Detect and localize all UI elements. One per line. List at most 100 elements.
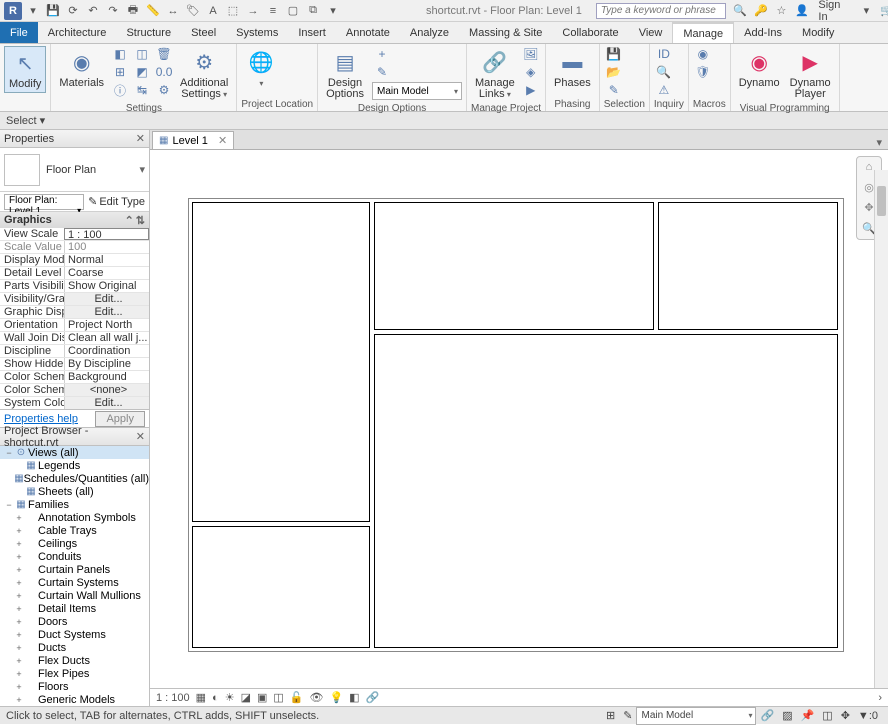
property-row[interactable]: View Scale1 : 100: [0, 228, 149, 241]
instance-combo[interactable]: Floor Plan: Level 1: [4, 194, 84, 210]
open-icon[interactable]: ▾: [24, 2, 42, 20]
expand-icon[interactable]: +: [14, 643, 24, 653]
tab-modify[interactable]: Modify: [792, 22, 844, 43]
decal-types-icon[interactable]: ◈: [521, 64, 541, 80]
tab-manage[interactable]: Manage: [672, 22, 734, 43]
expand-icon[interactable]: ⌃: [125, 214, 134, 227]
shadows-icon[interactable]: ◪: [241, 691, 251, 704]
graphics-section-header[interactable]: Graphics ⌃⇅: [0, 212, 149, 228]
thin-lines-icon[interactable]: ≡: [264, 2, 282, 20]
text-icon[interactable]: A: [204, 2, 222, 20]
property-row[interactable]: Scale Value 1:100: [0, 241, 149, 254]
search-input[interactable]: [596, 3, 726, 19]
expand-icon[interactable]: +: [14, 669, 24, 679]
sign-in-link[interactable]: Sign In: [814, 0, 854, 23]
additional-settings-button[interactable]: ⚙ AdditionalSettings: [176, 46, 232, 102]
tree-item[interactable]: ▦Sheets (all): [0, 485, 149, 498]
reveal-hidden-icon[interactable]: 💡: [329, 691, 343, 704]
tree-item[interactable]: +Conduits: [0, 550, 149, 563]
undo-icon[interactable]: ↶: [84, 2, 102, 20]
filter-icon[interactable]: ▼:0: [854, 710, 882, 722]
tree-item[interactable]: +Floors: [0, 680, 149, 693]
materials-button[interactable]: ◉ Materials: [55, 46, 108, 91]
tree-item[interactable]: +Curtain Systems: [0, 576, 149, 589]
detail-level-icon[interactable]: ▦: [196, 691, 206, 704]
drawing-canvas[interactable]: ⌂ ◎ ✥ 🔍: [150, 150, 888, 688]
visual-style-icon[interactable]: ◐: [212, 692, 219, 704]
property-row[interactable]: Color Scheme...Background: [0, 371, 149, 384]
switch-windows-icon[interactable]: ⧉: [304, 2, 322, 20]
save-selection-icon[interactable]: 💾: [604, 46, 624, 62]
tree-item[interactable]: ▦Schedules/Quantities (all): [0, 472, 149, 485]
worksets-icon[interactable]: ⊞: [602, 709, 619, 722]
tab-analyze[interactable]: Analyze: [400, 22, 459, 43]
add-to-set-icon[interactable]: +: [372, 46, 392, 62]
scale-control[interactable]: 1 : 100: [156, 692, 190, 704]
purge-icon[interactable]: 🗑: [154, 46, 174, 62]
editable-only-icon[interactable]: ✎: [619, 709, 636, 722]
tab-collaborate[interactable]: Collaborate: [552, 22, 628, 43]
select-by-id-icon[interactable]: 🔍: [654, 64, 674, 80]
shared-params-icon[interactable]: ◫: [132, 46, 152, 62]
sort-icon[interactable]: ⇅: [136, 214, 145, 227]
expand-icon[interactable]: +: [14, 552, 24, 562]
user-icon[interactable]: 👤: [794, 2, 811, 20]
tab-insert[interactable]: Insert: [288, 22, 336, 43]
expand-icon[interactable]: +: [14, 591, 24, 601]
save-icon[interactable]: 💾: [44, 2, 62, 20]
app-icon[interactable]: R: [4, 2, 22, 20]
struct-settings-icon[interactable]: ⚙: [154, 82, 174, 98]
expand-icon[interactable]: +: [14, 630, 24, 640]
properties-help-link[interactable]: Properties help: [4, 413, 78, 425]
tab-view[interactable]: View: [629, 22, 673, 43]
tree-item[interactable]: +Cable Trays: [0, 524, 149, 537]
reveal-constraints-icon[interactable]: 🔗: [366, 691, 380, 704]
expand-icon[interactable]: −: [4, 500, 14, 510]
tree-item[interactable]: +Annotation Symbols: [0, 511, 149, 524]
property-row[interactable]: Visibility/Grap...Edit...: [0, 293, 149, 306]
qat-dropdown-icon[interactable]: ▾: [324, 2, 342, 20]
dynamo-button[interactable]: ◉ Dynamo: [735, 46, 784, 91]
doc-tab-level1[interactable]: ▦ Level 1 ✕: [152, 131, 234, 149]
macro-security-icon[interactable]: 🛡: [693, 64, 713, 80]
tree-item[interactable]: +Duct Systems: [0, 628, 149, 641]
exchange-icon[interactable]: ▾: [858, 2, 875, 20]
tab-systems[interactable]: Systems: [226, 22, 288, 43]
properties-header[interactable]: Properties ✕: [0, 130, 149, 148]
macro-manager-icon[interactable]: ◉: [693, 46, 713, 62]
unlock-3d-icon[interactable]: 🔓: [290, 691, 304, 704]
edit-selection-icon[interactable]: ✎: [604, 82, 624, 98]
select-underlay-icon[interactable]: ▨: [778, 709, 796, 722]
tab-architecture[interactable]: Architecture: [38, 22, 117, 43]
property-row[interactable]: Color Scheme<none>: [0, 384, 149, 397]
tree-item[interactable]: −▦Families: [0, 498, 149, 511]
property-row[interactable]: OrientationProject North: [0, 319, 149, 332]
dimension-icon[interactable]: ↔: [164, 2, 182, 20]
transfer-icon[interactable]: ↹: [132, 82, 152, 98]
sun-path-icon[interactable]: ☀: [225, 691, 235, 704]
load-selection-icon[interactable]: 📂: [604, 64, 624, 80]
tree-item[interactable]: +Flex Pipes: [0, 667, 149, 680]
units-icon[interactable]: 0.0: [154, 64, 174, 80]
crop-view-icon[interactable]: ▣: [257, 691, 267, 704]
show-crop-icon[interactable]: ◫: [273, 691, 283, 704]
expand-icon[interactable]: +: [14, 539, 24, 549]
tab-annotate[interactable]: Annotate: [336, 22, 400, 43]
pick-to-edit-icon[interactable]: ✎: [372, 64, 392, 80]
warnings-icon[interactable]: ⚠: [654, 82, 674, 98]
expand-icon[interactable]: +: [14, 513, 24, 523]
tab-list-dropdown-icon[interactable]: ▾: [870, 136, 888, 149]
design-options-button[interactable]: ▤ DesignOptions: [322, 46, 368, 102]
select-face-icon[interactable]: ◫: [818, 709, 836, 722]
tab-steel[interactable]: Steel: [181, 22, 226, 43]
sync-icon[interactable]: ⟳: [64, 2, 82, 20]
main-model-combo[interactable]: Main Model: [372, 82, 462, 100]
expand-icon[interactable]: +: [14, 604, 24, 614]
starting-view-icon[interactable]: ▶: [521, 82, 541, 98]
manage-images-icon[interactable]: 🖼: [521, 46, 541, 62]
scrollbar-thumb[interactable]: [877, 186, 886, 216]
object-styles-icon[interactable]: ◧: [110, 46, 130, 62]
tree-item[interactable]: +Curtain Wall Mullions: [0, 589, 149, 602]
tab-addins[interactable]: Add-Ins: [734, 22, 792, 43]
type-dropdown-icon[interactable]: ▾: [139, 163, 145, 176]
